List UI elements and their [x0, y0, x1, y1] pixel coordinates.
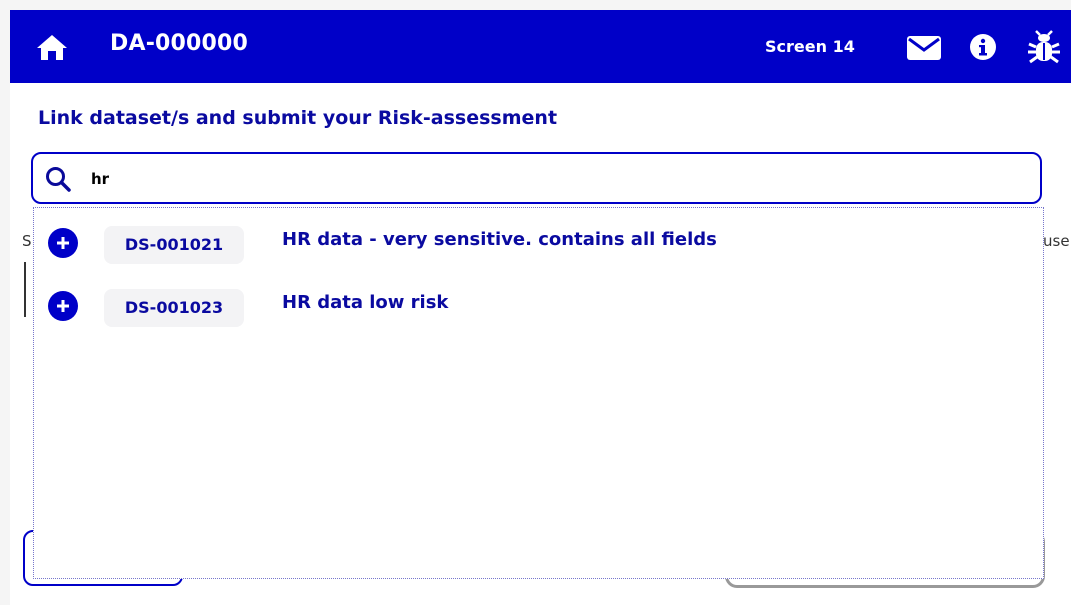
dataset-description: HR data low risk	[282, 292, 449, 313]
dataset-id-chip: DS-001023	[104, 289, 244, 327]
add-circle-icon[interactable]	[48, 291, 78, 321]
screen-label: Screen 14	[765, 37, 855, 56]
background-text-fragment: use	[1043, 232, 1070, 250]
mail-icon[interactable]	[907, 36, 941, 60]
dataset-id-chip: DS-001021	[104, 226, 244, 264]
list-item[interactable]: DS-001023 HR data low risk	[34, 283, 1043, 333]
list-item[interactable]: DS-001021 HR data - very sensitive. cont…	[34, 220, 1043, 270]
dataset-description: HR data - very sensitive. contains all f…	[282, 229, 717, 250]
bug-icon[interactable]	[1027, 30, 1061, 64]
background-divider	[24, 262, 26, 317]
search-icon	[46, 167, 71, 192]
background-text-fragment: S	[22, 232, 32, 250]
search-input[interactable]	[91, 170, 991, 188]
app-title: DA-000000	[110, 31, 249, 56]
page: DA-000000 Screen 14 Link dataset/s and s…	[10, 10, 1071, 605]
info-icon[interactable]	[970, 34, 996, 60]
home-icon[interactable]	[36, 33, 68, 61]
dataset-search-box[interactable]	[31, 152, 1042, 204]
add-circle-icon[interactable]	[48, 228, 78, 258]
top-bar: DA-000000 Screen 14	[10, 10, 1071, 83]
search-results-dropdown: DS-001021 HR data - very sensitive. cont…	[33, 207, 1044, 579]
page-heading: Link dataset/s and submit your Risk-asse…	[38, 107, 558, 129]
